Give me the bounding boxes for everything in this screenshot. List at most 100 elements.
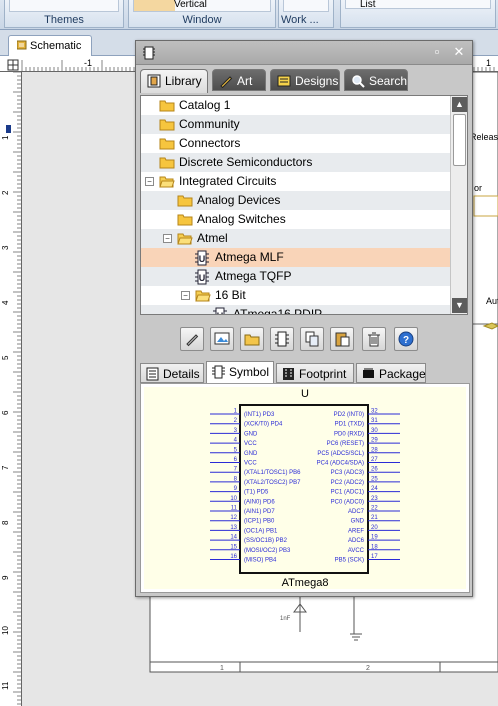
ribbon-group-work[interactable]: Work ... — [278, 0, 334, 28]
open-folder-button[interactable] — [240, 327, 264, 351]
pin-number: 17 — [371, 554, 378, 560]
folder-icon — [177, 213, 193, 226]
pin-number: 19 — [371, 535, 378, 541]
pin-name: (XTAL1/TOSC1) PB6 — [244, 470, 301, 476]
tree-item[interactable]: U Atmega MLF — [141, 248, 451, 267]
library-toolbar: ? — [140, 325, 470, 353]
pin-name: AVCC — [348, 548, 365, 554]
ruler-mark: 5 — [1, 355, 10, 360]
paste-button[interactable] — [330, 327, 354, 351]
tree-item[interactable]: U Atmega TQFP — [141, 267, 451, 286]
ribbon-group-window[interactable]: Vertical Window — [128, 0, 276, 28]
library-tree[interactable]: Catalog 1 Community Connectors Discrete Sem… — [140, 95, 468, 315]
tree-item[interactable]: Analog Switches — [141, 210, 451, 229]
pin-name: PD0 (RXD) — [334, 431, 364, 437]
pin-number: 11 — [231, 506, 238, 512]
tree-item-label: Community — [179, 117, 240, 131]
collapse-icon[interactable]: − — [145, 177, 154, 186]
tab-label: Search — [369, 74, 408, 88]
paste-icon — [335, 332, 350, 347]
library-icon — [147, 74, 161, 88]
delete-button[interactable] — [362, 327, 386, 351]
canvas-text: 1nF — [280, 616, 291, 622]
tab-details[interactable]: Details — [140, 363, 204, 383]
ruler-mark: 6 — [1, 410, 10, 415]
tree-item[interactable]: − 16 Bit — [141, 286, 451, 305]
tree-item[interactable]: − Atmel — [141, 229, 451, 248]
edit-button[interactable] — [180, 327, 204, 351]
tab-label: Library — [165, 74, 202, 88]
help-button[interactable]: ? — [394, 327, 418, 351]
symbol-refdes: U — [301, 388, 309, 400]
collapse-icon[interactable]: − — [181, 291, 190, 300]
pin-number: 21 — [371, 515, 378, 521]
image-button[interactable] — [210, 327, 234, 351]
tab-label: Package — [379, 367, 426, 381]
tree-item-label: Atmega MLF — [215, 250, 284, 264]
pin-number: 30 — [371, 428, 378, 434]
tab-package[interactable]: Package — [356, 363, 426, 383]
pin-name: (AIN0) PD6 — [244, 499, 275, 505]
folder-icon — [195, 289, 211, 302]
pin-name: PC5 (ADC5/SCL) — [317, 451, 364, 457]
chip-icon: U — [213, 307, 227, 314]
ribbon: Themes Vertical Window Work ... List — [0, 0, 498, 30]
pin-number: 20 — [371, 525, 378, 531]
close-icon[interactable]: ✕ — [452, 45, 466, 59]
list-button[interactable]: List — [345, 0, 491, 10]
ribbon-group-caption: Window — [182, 14, 222, 26]
tree-item[interactable]: U ATmega16 PDIP — [141, 305, 451, 314]
tab-library[interactable]: Library — [140, 69, 208, 93]
tree-item[interactable]: Analog Devices — [141, 191, 451, 210]
tree-item[interactable]: Connectors — [141, 134, 451, 153]
pin-number: 23 — [371, 496, 378, 502]
canvas-text: Aut — [486, 296, 498, 306]
ribbon-group-themes[interactable]: Themes — [4, 0, 124, 28]
pin-name: VCC — [244, 461, 257, 467]
ruler-mark: -1 — [84, 58, 92, 68]
tree-item[interactable]: Community — [141, 115, 451, 134]
pin-number: 26 — [371, 467, 378, 473]
canvas-text: 1 — [220, 665, 224, 672]
library-panel[interactable]: ▫ ✕ Library Art Designs Search Catalog 1… — [135, 40, 473, 597]
copy-button[interactable] — [300, 327, 324, 351]
ruler-left: 1 2 3 4 5 6 7 8 9 10 11 — [0, 72, 22, 706]
tab-search[interactable]: Search — [344, 69, 408, 91]
folder-icon — [159, 137, 175, 150]
tab-footprint[interactable]: Footprint — [276, 363, 354, 383]
tree-item[interactable]: Catalog 1 — [141, 96, 451, 115]
ruler-mark: 3 — [1, 245, 10, 250]
tree-item[interactable]: − Integrated Circuits — [141, 172, 451, 191]
ruler-mark: 11 — [1, 681, 10, 690]
tab-designs[interactable]: Designs — [270, 69, 340, 91]
details-icon — [146, 367, 159, 381]
pin-name: (AIN1) PD7 — [244, 509, 275, 515]
delete-icon — [368, 332, 380, 347]
scroll-up-icon[interactable]: ▲ — [452, 97, 467, 112]
tab-schematic[interactable]: Schematic — [8, 35, 92, 57]
tree-item[interactable]: Discrete Semiconductors — [141, 153, 451, 172]
tree-item-label: Atmel — [197, 231, 228, 245]
panel-titlebar[interactable]: ▫ ✕ — [136, 41, 472, 65]
open-folder-icon — [244, 334, 260, 346]
image-icon — [214, 332, 230, 345]
scroll-down-icon[interactable]: ▼ — [452, 298, 467, 313]
collapse-icon[interactable]: − — [163, 234, 172, 243]
scroll-thumb[interactable] — [453, 114, 466, 166]
preview-tab-strip: Details Symbol Footprint Package — [140, 361, 470, 383]
restore-icon[interactable]: ▫ — [430, 45, 444, 59]
new-part-button[interactable] — [270, 327, 294, 351]
ruler-mark: 1 — [486, 58, 491, 68]
library-tab-strip: Library Art Designs Search — [140, 69, 470, 93]
pin-number: 32 — [371, 409, 378, 415]
ribbon-group-list[interactable]: List — [340, 0, 496, 28]
pin-name: ADC6 — [348, 538, 365, 544]
tab-art[interactable]: Art — [212, 69, 266, 91]
pin-name: PC2 (ADC2) — [331, 480, 364, 486]
tab-symbol[interactable]: Symbol — [206, 361, 274, 383]
tree-scrollbar[interactable]: ▲ ▼ — [450, 96, 467, 314]
vertical-button[interactable]: Vertical — [133, 0, 271, 12]
folder-icon — [177, 194, 193, 207]
tab-label: Details — [163, 367, 200, 381]
pin-number: 14 — [230, 535, 237, 541]
